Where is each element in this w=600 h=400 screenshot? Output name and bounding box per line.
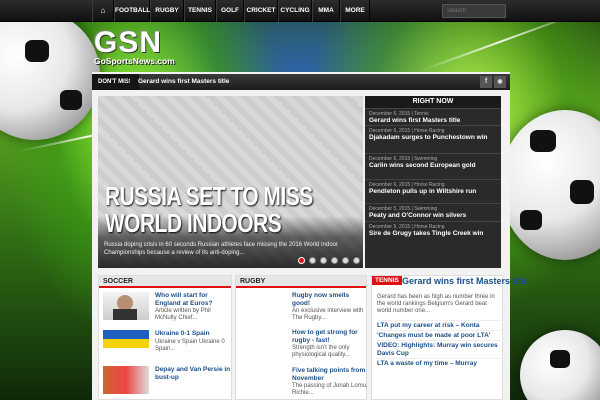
logo-subtext: GoSportsNews.com: [94, 56, 175, 66]
rss-icon[interactable]: ◉: [494, 76, 506, 88]
slider-dot-3[interactable]: [320, 257, 327, 264]
ticker-headline[interactable]: Gerard wins first Masters title: [138, 74, 229, 90]
article-title[interactable]: Depay and Van Persie in bust-up: [155, 366, 231, 381]
article-title[interactable]: Five talking points from November: [292, 367, 368, 382]
article-title[interactable]: Rugby now smells good!: [292, 292, 368, 307]
article-thumbnail[interactable]: [240, 329, 286, 357]
item-title[interactable]: Gerard wins first Masters title: [369, 117, 497, 125]
ukraine-flag-thumbnail[interactable]: [103, 330, 149, 348]
article-thumbnail[interactable]: [240, 292, 286, 320]
item-title[interactable]: Carlin wins second European gold: [369, 162, 497, 170]
soccer-ball-right-image: [500, 110, 600, 260]
slider-dot-2[interactable]: [309, 257, 316, 264]
tennis-link[interactable]: LTA put my career at risk – Konta: [377, 320, 501, 330]
rugby-section: RUGBY Rugby now smells good! An exclusiv…: [235, 275, 368, 400]
tennis-link[interactable]: LTA a waste of my time – Murray: [377, 358, 501, 368]
article-thumbnail[interactable]: [103, 366, 149, 394]
right-now-item[interactable]: December 6, 2015 | Horse Racing Djakadam…: [365, 125, 501, 144]
article-excerpt: The passing of Jonah Lomu, Richie...: [292, 383, 368, 396]
article-title[interactable]: Who will start for England at Euros?: [155, 292, 231, 307]
nav-item-mma[interactable]: MMA: [312, 0, 340, 22]
nav-item-cycling[interactable]: CYCLING: [278, 0, 312, 22]
soccer-ball-bottom-image: [520, 330, 600, 400]
nav-item-cricket[interactable]: CRICKET: [244, 0, 278, 22]
tennis-headline[interactable]: Gerard wins first Masters title: [402, 276, 529, 286]
tennis-link[interactable]: 'Changes must be made at poor LTA': [377, 330, 501, 340]
tennis-link[interactable]: VIDEO: Highlights: Murray win secures Da…: [377, 340, 501, 357]
item-title[interactable]: Pendleton pulls up in Wiltshire run: [369, 188, 497, 196]
tennis-excerpt: Gerard has been as high as number three …: [377, 294, 495, 314]
slider-dot-1[interactable]: [298, 257, 305, 264]
item-title[interactable]: Djakadam surges to Punchestown win: [369, 134, 497, 142]
breaking-ticker: DON'T MISS Gerard wins first Masters tit…: [92, 74, 510, 90]
right-now-item[interactable]: December 5, 2015 | Horse Racing Sire de …: [365, 221, 501, 240]
article-excerpt: Ukraine v Spain Ukraine 0 Spain...: [155, 339, 225, 352]
soccer-ball-left-image: [0, 10, 100, 140]
item-title[interactable]: Peaty and O'Connor win silvers: [369, 212, 497, 220]
soccer-section: SOCCER Who will start for England at Eur…: [98, 275, 232, 400]
right-now-item[interactable]: December 6, 2015 | Swimming Carlin wins …: [365, 153, 501, 172]
nav-item-tennis[interactable]: TENNIS: [184, 0, 216, 22]
ticker-arrow-icon: [130, 74, 136, 90]
nav-item-more[interactable]: MORE: [340, 0, 370, 22]
nav-item-golf[interactable]: GOLF: [216, 0, 244, 22]
article-thumbnail[interactable]: [103, 292, 149, 320]
slider-dot-5[interactable]: [342, 257, 349, 264]
slider-dot-6[interactable]: [353, 257, 360, 264]
soccer-heading[interactable]: SOCCER: [99, 276, 231, 288]
item-title[interactable]: Sire de Grugy takes Tingle Creek win: [369, 230, 497, 238]
nav-home[interactable]: ⌂: [92, 0, 114, 22]
article-excerpt: An exclusive interview with The Rugby...: [292, 308, 364, 321]
search-input[interactable]: [442, 4, 506, 18]
facebook-icon[interactable]: f: [480, 76, 492, 88]
tennis-badge[interactable]: TENNIS: [372, 276, 402, 285]
top-navigation: ⌂ FOOTBALL RUGBY TENNIS GOLF CRICKET CYC…: [0, 0, 600, 22]
slider-excerpt: Russia doping crisis in 60 seconds Russi…: [104, 242, 339, 256]
article-excerpt: Strength isn't the only physiological qu…: [292, 345, 350, 358]
slider-headline[interactable]: RUSSIA SET TO MISS WORLD INDOORS: [105, 183, 313, 237]
right-now-panel: RIGHT NOW December 6, 2015 | Tennis Gera…: [365, 96, 501, 268]
slider-dot-4[interactable]: [331, 257, 338, 264]
article-excerpt: Article written by Phil McNulty Chief...: [155, 308, 211, 321]
home-icon: ⌂: [100, 6, 106, 15]
right-now-item[interactable]: December 6, 2015 | Horse Racing Pendleto…: [365, 179, 501, 198]
nav-item-football[interactable]: FOOTBALL: [114, 0, 150, 22]
logo-text: GSN: [94, 26, 163, 59]
right-now-heading: RIGHT NOW: [365, 96, 501, 108]
article-title[interactable]: Ukraine 0-1 Spain: [155, 330, 231, 338]
site-logo[interactable]: GSN GoSportsNews.com: [92, 26, 192, 68]
rugby-heading[interactable]: RUGBY: [236, 276, 366, 288]
tennis-section: TENNIS Gerard wins first Masters title G…: [371, 275, 529, 400]
article-title[interactable]: How to get strong for rugby - fast!: [292, 329, 368, 344]
nav-item-rugby[interactable]: RUGBY: [150, 0, 184, 22]
right-now-item[interactable]: December 5, 2015 | Swimming Peaty and O'…: [365, 203, 501, 222]
article-thumbnail[interactable]: [240, 367, 286, 395]
